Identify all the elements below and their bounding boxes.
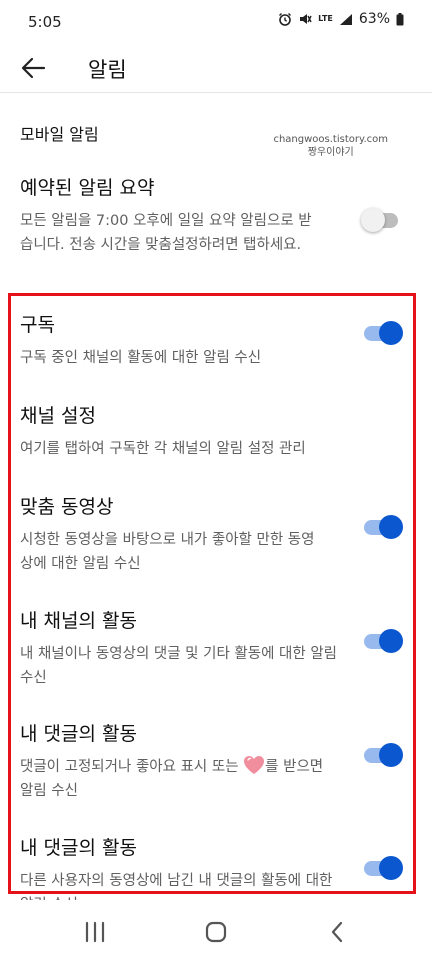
toggle-thumb [379, 743, 403, 767]
setting-description: 구독 중인 채널의 활동에 대한 알림 수신 [20, 350, 262, 366]
toggle-thumb [379, 321, 403, 345]
channel-activity-toggle[interactable] [364, 628, 403, 654]
subscriptions-toggle[interactable] [364, 320, 403, 346]
toggle-thumb [379, 515, 403, 539]
section-header: 모바일 알림 [20, 125, 99, 144]
arrow-left-icon [21, 57, 46, 79]
setting-recommended-videos[interactable]: 맞춤 동영상 시청한 동영상을 바탕으로 내가 좋아할 만한 동영상에 대한 알… [20, 492, 320, 576]
heart-icon [244, 756, 265, 774]
setting-description: 시청한 동영상을 바탕으로 내가 좋아할 만한 동영상에 대한 알림 수신 [20, 532, 315, 572]
description-text-before: 댓글이 고정되거나 좋아요 표시 또는 [20, 759, 239, 775]
status-bar: 5:05 LTE 63% [0, 0, 432, 44]
recent-apps-button[interactable] [75, 918, 115, 946]
toggle-thumb [361, 208, 385, 232]
setting-title: 예약된 알림 요약 [20, 177, 155, 199]
home-icon [205, 921, 227, 943]
signal-icon [339, 13, 352, 25]
setting-title: 내 채널의 활동 [20, 610, 137, 632]
alarm-icon [279, 13, 292, 26]
setting-description: 모든 알림을 7:00 오후에 일일 요약 알림으로 받습니다. 전송 시간을 … [20, 213, 312, 253]
recent-apps-icon [85, 921, 105, 943]
watermark-url: changwoos.tistory.com [273, 134, 388, 145]
chevron-left-icon [331, 921, 343, 943]
setting-subscriptions[interactable]: 구독 구독 중인 채널의 활동에 대한 알림 수신 [20, 310, 350, 370]
mute-icon [300, 14, 312, 24]
status-time: 5:05 [28, 13, 62, 31]
setting-channel-settings[interactable]: 채널 설정 여기를 탭하여 구독한 각 채널의 알림 설정 관리 [20, 401, 390, 461]
setting-scheduled-digest[interactable]: 예약된 알림 요약 모든 알림을 7:00 오후에 일일 요약 알림으로 받습니… [20, 173, 320, 257]
nav-back-button[interactable] [318, 918, 358, 946]
home-button[interactable] [196, 918, 236, 946]
comment-activity-toggle[interactable] [364, 742, 403, 768]
page-title: 알림 [88, 58, 127, 82]
setting-title: 내 댓글의 활동 [20, 723, 137, 745]
battery-icon [396, 12, 404, 25]
status-icons: LTE 63% [278, 11, 404, 27]
setting-description: 댓글이 고정되거나 좋아요 표시 또는 를 받으면 알림 수신 [20, 755, 340, 803]
comment-activity-others-toggle[interactable] [364, 855, 403, 881]
setting-description: 여기를 탭하여 구독한 각 채널의 알림 설정 관리 [20, 441, 306, 457]
watermark: changwoos.tistory.com 짱우이야기 [273, 133, 388, 159]
recommended-videos-toggle[interactable] [364, 514, 403, 540]
scheduled-digest-toggle[interactable] [361, 207, 402, 233]
setting-title: 구독 [20, 314, 55, 336]
setting-title: 맞춤 동영상 [20, 496, 114, 518]
lte-label: LTE [318, 14, 333, 23]
watermark-text: 짱우이야기 [307, 147, 354, 158]
toggle-thumb [379, 856, 403, 880]
setting-comment-activity[interactable]: 내 댓글의 활동 댓글이 고정되거나 좋아요 표시 또는 를 받으면 알림 수신 [20, 719, 340, 803]
back-button[interactable] [18, 54, 50, 82]
app-bar: 알림 [0, 44, 432, 93]
battery-level: 63% [358, 11, 390, 27]
setting-title: 내 댓글의 활동 [20, 837, 137, 859]
setting-description: 내 채널이나 동영상의 댓글 및 기타 활동에 대한 알림 수신 [20, 646, 338, 686]
system-nav-bar [0, 900, 432, 960]
highlight-box [8, 293, 416, 894]
toggle-thumb [379, 629, 403, 653]
setting-title: 채널 설정 [20, 405, 96, 427]
setting-channel-activity[interactable]: 내 채널의 활동 내 채널이나 동영상의 댓글 및 기타 활동에 대한 알림 수… [20, 606, 340, 690]
